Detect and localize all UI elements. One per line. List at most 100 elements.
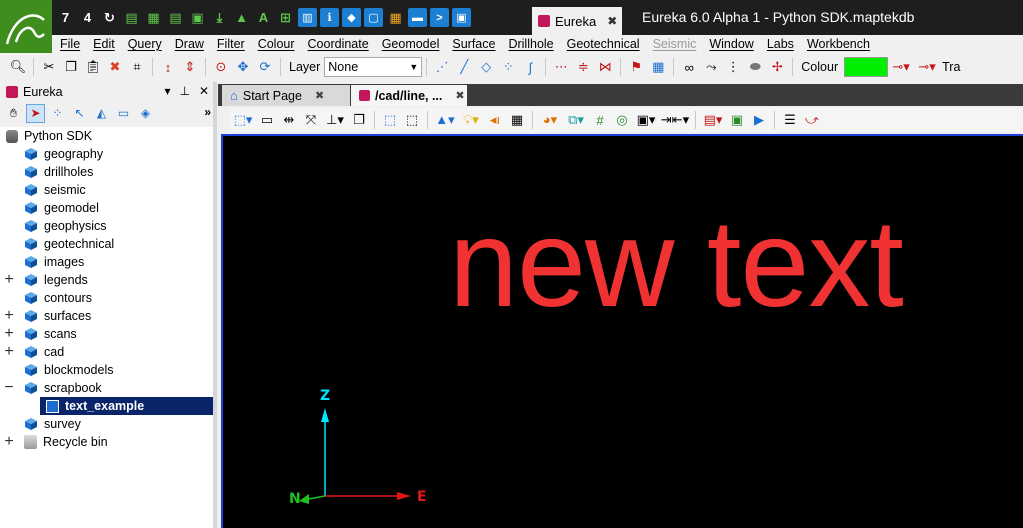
menu-colour[interactable]: Colour xyxy=(250,35,300,53)
node-icon[interactable]: ⋮ xyxy=(723,57,743,77)
pdf-icon[interactable]: ▤▾ xyxy=(701,110,725,130)
menu-drillhole[interactable]: Drillhole xyxy=(500,35,558,53)
hierarchy-icon[interactable]: ⊞ xyxy=(276,8,295,27)
crop-icon[interactable]: ⌗ xyxy=(127,57,147,77)
polyline-icon[interactable]: ⋰ xyxy=(432,57,452,77)
close-icon[interactable]: ✖ xyxy=(455,89,464,102)
tree-item-legends[interactable]: + legends xyxy=(0,271,213,289)
tree-item-geophysics[interactable]: geophysics xyxy=(0,217,213,235)
windows-icon[interactable]: ▦ xyxy=(386,8,405,27)
dropdown-icon[interactable]: ▾ xyxy=(164,84,170,98)
menu-geomodel[interactable]: Geomodel xyxy=(374,35,445,53)
close-icon[interactable]: ✖ xyxy=(315,89,324,102)
expand-icon[interactable]: + xyxy=(3,307,15,325)
console-icon[interactable]: > xyxy=(430,8,449,27)
window-icon[interactable]: ▣ xyxy=(452,8,471,27)
monitor-icon[interactable]: ▬ xyxy=(408,8,427,27)
info-icon[interactable]: ℹ xyxy=(320,8,339,27)
tree-item-text-example[interactable]: text_example xyxy=(0,397,213,415)
line-icon[interactable]: ╱ xyxy=(454,57,474,77)
points-icon[interactable]: ⁘ xyxy=(498,57,518,77)
refresh-icon[interactable]: ↻ xyxy=(100,8,119,27)
measure-icon[interactable]: 4 xyxy=(78,8,97,27)
fit-width-icon[interactable]: ⇹ xyxy=(279,110,299,130)
form-icon[interactable]: ▤ xyxy=(166,8,185,27)
text-icon[interactable]: A xyxy=(254,8,273,27)
report-icon[interactable]: ▤ xyxy=(122,8,141,27)
menu-surface[interactable]: Surface xyxy=(444,35,500,53)
panel-splitter[interactable] xyxy=(213,82,217,528)
tree-item-seismic[interactable]: seismic xyxy=(0,181,213,199)
copy-icon[interactable]: ❐ xyxy=(61,57,81,77)
flag-icon[interactable]: ⚑ xyxy=(626,57,646,77)
move-icon[interactable]: ✥ xyxy=(233,57,253,77)
transform-icon[interactable]: ⤳ xyxy=(701,57,721,77)
menu-query[interactable]: Query xyxy=(120,35,167,53)
tree-item-cad[interactable]: + cad xyxy=(0,343,213,361)
network-icon[interactable]: ✢ xyxy=(767,57,787,77)
tree-item-contours[interactable]: contours xyxy=(0,289,213,307)
menu-file[interactable]: File xyxy=(52,35,85,53)
list-icon[interactable]: ☰ xyxy=(780,110,800,130)
tree-root[interactable]: Python SDK xyxy=(0,127,213,145)
cut-icon[interactable]: ✂ xyxy=(39,57,59,77)
menu-window[interactable]: Window xyxy=(701,35,758,53)
expand-icon[interactable]: + xyxy=(3,325,15,343)
menu-filter[interactable]: Filter xyxy=(209,35,250,53)
terrain-icon[interactable]: ▲ xyxy=(232,8,251,27)
view-cube-icon[interactable]: ⬚▾ xyxy=(231,110,255,130)
colour-swatch[interactable] xyxy=(844,57,889,77)
search-icon[interactable]: 🔍︎ xyxy=(8,57,28,77)
paste-icon[interactable]: 📋︎ xyxy=(83,57,103,77)
sheet-icon[interactable]: ▣ xyxy=(188,8,207,27)
hand-icon[interactable]: ✋︎ xyxy=(4,104,23,123)
menu-geotechnical[interactable]: Geotechnical xyxy=(559,35,645,53)
select-facet-icon[interactable]: ◭ xyxy=(92,104,111,123)
grid-icon[interactable]: ▦ xyxy=(648,57,668,77)
tree-item-geomodel[interactable]: geomodel xyxy=(0,199,213,217)
document-icon[interactable]: ▢ xyxy=(364,8,383,27)
tree-item-recycle-bin[interactable]: + Recycle bin xyxy=(0,433,213,451)
axis-icon[interactable]: ⊥▾ xyxy=(323,110,347,130)
tab-cad-line[interactable]: /cad/line, ... ✖ xyxy=(351,85,467,106)
polygon-icon[interactable]: ◇ xyxy=(476,57,496,77)
close-icon[interactable]: ✖ xyxy=(607,14,617,28)
select-edge-icon[interactable]: ↖ xyxy=(70,104,89,123)
tree-item-geotechnical[interactable]: geotechnical xyxy=(0,235,213,253)
curve-icon[interactable]: ∫ xyxy=(520,57,540,77)
path-icon[interactable]: ⤻ xyxy=(802,110,822,130)
menu-edit[interactable]: Edit xyxy=(85,35,120,53)
volume-icon[interactable]: ◂ı xyxy=(485,110,505,130)
menu-seismic[interactable]: Seismic xyxy=(645,35,702,53)
pin-icon[interactable]: ⊥ xyxy=(179,84,189,98)
select-points-icon[interactable]: ⁘ xyxy=(48,104,67,123)
rotate-icon[interactable]: ⟳ xyxy=(255,57,275,77)
layers-icon[interactable]: ⧉▾ xyxy=(564,110,588,130)
lasso-icon[interactable]: ∞ xyxy=(679,57,699,77)
collapse-icon[interactable]: − xyxy=(3,379,15,397)
screenshot-icon[interactable]: ▣ xyxy=(727,110,747,130)
target-icon[interactable]: ◎ xyxy=(612,110,632,130)
menu-draw[interactable]: Draw xyxy=(167,35,209,53)
select-arrow-icon[interactable]: ➤ xyxy=(26,103,45,123)
import-icon[interactable]: ⤓ xyxy=(210,8,229,27)
select-block-icon[interactable]: ▭ xyxy=(114,104,133,123)
menu-coordinate[interactable]: Coordinate xyxy=(300,35,374,53)
3d-viewport[interactable]: new text Z N E xyxy=(221,134,1023,528)
table-icon[interactable]: ▦ xyxy=(144,8,163,27)
tree-item-blockmodels[interactable]: blockmodels xyxy=(0,361,213,379)
tree-item-scrapbook[interactable]: − scrapbook xyxy=(0,379,213,397)
tree-item-survey[interactable]: survey xyxy=(0,415,213,433)
pick-icon[interactable]: 7 xyxy=(56,8,75,27)
line-weight-icon[interactable]: ⊸▾ xyxy=(915,57,939,77)
selection-box-icon[interactable]: ⬚ xyxy=(380,110,400,130)
split-line-icon[interactable]: ≑ xyxy=(573,57,593,77)
app-tab-eureka[interactable]: Eureka ✖ xyxy=(532,7,622,35)
tree-item-geography[interactable]: geography xyxy=(0,145,213,163)
edit-line-icon[interactable]: ⋯ xyxy=(551,57,571,77)
split-view-icon[interactable]: ▣▾ xyxy=(634,110,658,130)
copy-view-icon[interactable]: ❐ xyxy=(349,110,369,130)
menu-workbench[interactable]: Workbench xyxy=(799,35,875,53)
light-icon[interactable]: 💡︎▾ xyxy=(459,110,483,130)
grid-view-icon[interactable]: ▦ xyxy=(507,110,527,130)
